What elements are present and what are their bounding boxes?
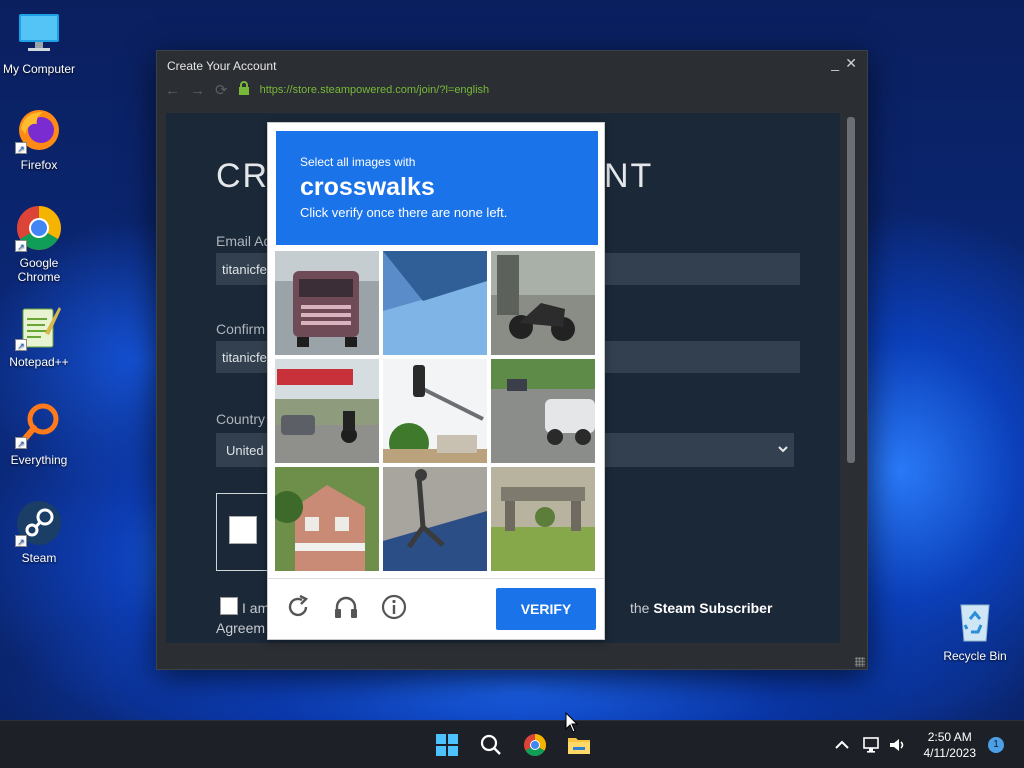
refresh-icon[interactable]: ⟳ — [215, 81, 228, 99]
recycle-bin-icon — [951, 597, 999, 645]
steam-icon: ↗ — [15, 499, 63, 547]
shortcut-arrow-icon: ↗ — [15, 142, 27, 154]
recaptcha-checkbox[interactable] — [229, 516, 257, 544]
captcha-prompt-line1: Select all images with — [300, 155, 416, 169]
captcha-prompt: Select all images with crosswalks Click … — [276, 131, 598, 245]
start-windows-icon[interactable] — [435, 733, 459, 757]
notepadpp-icon: ↗ — [15, 303, 63, 351]
captcha-tile-4[interactable] — [275, 359, 379, 463]
agree-text-end: the Steam Subscriber — [630, 600, 772, 616]
close-button[interactable]: ✕ — [845, 55, 857, 72]
subscriber-agreement-link[interactable]: Steam Subscriber — [653, 600, 772, 616]
desktop-icon-my-computer[interactable]: My Computer — [0, 10, 78, 76]
clock-date: 4/11/2023 — [923, 746, 977, 760]
shortcut-arrow-icon: ↗ — [15, 535, 27, 547]
desktop-icon-label: Everything — [10, 453, 68, 467]
chrome-taskbar-icon[interactable] — [523, 733, 547, 757]
desktop-icon-chrome[interactable]: ↗ Google Chrome — [0, 204, 78, 284]
captcha-tile-7[interactable] — [275, 467, 379, 571]
system-clock[interactable]: 2:50 AM 4/11/2023 — [924, 729, 977, 761]
recaptcha-widget[interactable] — [216, 493, 268, 571]
country-label: Country — [216, 411, 266, 427]
monitor-icon — [15, 10, 63, 58]
agree-checkbox[interactable] — [220, 597, 238, 615]
window-title: Create Your Account — [167, 59, 277, 73]
desktop-icon-label: Recycle Bin — [943, 649, 1007, 663]
desktop-icon-steam[interactable]: ↗ Steam — [0, 499, 78, 565]
everything-search-icon: ↗ — [15, 401, 63, 449]
chevron-down-icon — [778, 442, 788, 453]
page-heading-right: NT — [604, 157, 654, 195]
desktop-icon-label: Google Chrome — [17, 256, 61, 284]
navigation-bar: ← → ⟳ https://store.steampowered.com/joi… — [165, 80, 490, 100]
desktop-icon-label: Notepad++ — [9, 355, 69, 369]
captcha-tile-1[interactable] — [275, 251, 379, 355]
agree-middle-text: the — [630, 600, 650, 616]
minimize-button[interactable]: _ — [831, 55, 839, 71]
country-value: United — [226, 443, 264, 458]
shortcut-arrow-icon: ↗ — [15, 437, 27, 449]
shortcut-arrow-icon: ↗ — [15, 240, 27, 252]
page-scrollbar[interactable] — [844, 113, 858, 643]
captcha-tile-5[interactable] — [383, 359, 487, 463]
search-icon[interactable] — [479, 733, 503, 757]
desktop-icon-firefox[interactable]: ↗ Firefox — [0, 106, 78, 172]
notification-badge[interactable]: 1 — [988, 737, 1004, 753]
captcha-footer: VERIFY — [268, 578, 604, 640]
agree-text-line2: Agreem — [216, 620, 266, 636]
desktop-icon-everything[interactable]: ↗ Everything — [0, 401, 78, 467]
captcha-target-object: crosswalks — [300, 173, 435, 201]
confirm-email-label: Confirm — [216, 321, 266, 337]
captcha-tile-2[interactable] — [383, 251, 487, 355]
taskbar: 2:50 AM 4/11/2023 1 — [0, 720, 1024, 768]
back-arrow-icon[interactable]: ← — [165, 82, 180, 99]
email-label: Email Ad — [216, 233, 272, 249]
captcha-tile-6[interactable] — [491, 359, 595, 463]
chrome-icon: ↗ — [15, 204, 63, 252]
network-icon[interactable] — [862, 735, 882, 755]
desktop-icon-recycle-bin[interactable]: Recycle Bin — [936, 597, 1014, 663]
lock-icon — [238, 80, 250, 100]
resize-grip-icon[interactable] — [855, 657, 865, 667]
verify-button[interactable]: VERIFY — [496, 588, 596, 630]
agree-text: I am — [242, 600, 270, 616]
captcha-tile-grid — [275, 251, 597, 571]
desktop-icon-notepadpp[interactable]: ↗ Notepad++ — [0, 303, 78, 369]
clock-time: 2:50 AM — [927, 730, 972, 744]
firefox-icon: ↗ — [15, 106, 63, 154]
file-explorer-icon[interactable] — [567, 733, 591, 757]
mouse-cursor-icon — [565, 711, 579, 734]
address-url[interactable]: https://store.steampowered.com/join/?l=e… — [260, 84, 490, 96]
forward-arrow-icon[interactable]: → — [190, 82, 205, 99]
tray-chevron-up-icon[interactable] — [832, 735, 852, 755]
headphones-icon[interactable] — [332, 593, 360, 621]
captcha-tile-8[interactable] — [383, 467, 487, 571]
captcha-prompt-line3: Click verify once there are none left. — [300, 205, 508, 220]
scroll-thumb[interactable] — [847, 117, 855, 463]
info-icon[interactable] — [380, 593, 408, 621]
desktop-icon-label: My Computer — [2, 62, 76, 76]
captcha-challenge: Select all images with crosswalks Click … — [267, 122, 605, 640]
desktop-icon-label: Steam — [21, 551, 57, 565]
captcha-tile-9[interactable] — [491, 467, 595, 571]
shortcut-arrow-icon: ↗ — [15, 339, 27, 351]
desktop-icon-label: Firefox — [20, 158, 58, 172]
captcha-tile-3[interactable] — [491, 251, 595, 355]
volume-icon[interactable] — [887, 735, 907, 755]
reload-icon[interactable] — [284, 593, 312, 621]
